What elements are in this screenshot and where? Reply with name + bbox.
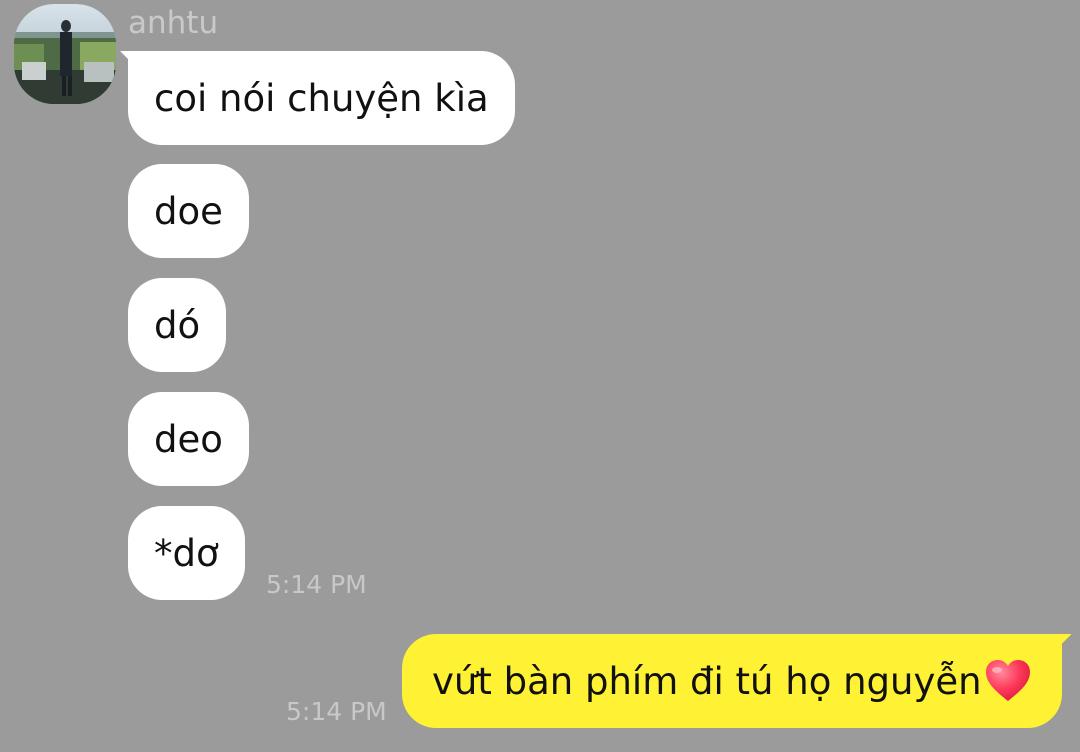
message-text: dó [154,303,201,347]
outgoing-timestamp: 5:14 PM [286,697,387,726]
incoming-message-bubble[interactable]: dó [128,278,227,372]
user-avatar-photo-icon [14,4,116,104]
message-text: *dơ [154,531,219,575]
heart-icon [985,660,1030,701]
incoming-message-bubble[interactable]: coi nói chuyện kìa [128,51,515,145]
chat-window: anhtu coi nói chuyện kìa doe dó deo *dơ … [0,0,1080,752]
message-text: deo [154,417,223,461]
sender-avatar[interactable] [14,4,116,104]
incoming-message-bubble[interactable]: doe [128,164,249,258]
outgoing-message-bubble[interactable]: vứt bàn phím đi tú họ nguyễn [402,634,1062,728]
incoming-message-bubble[interactable]: *dơ [128,506,245,600]
incoming-message-bubble[interactable]: deo [128,392,249,486]
message-text: doe [154,189,223,233]
message-text: vứt bàn phím đi tú họ nguyễn [432,659,982,703]
incoming-timestamp: 5:14 PM [266,570,367,599]
sender-name: anhtu [128,5,219,41]
message-text: coi nói chuyện kìa [154,76,489,120]
